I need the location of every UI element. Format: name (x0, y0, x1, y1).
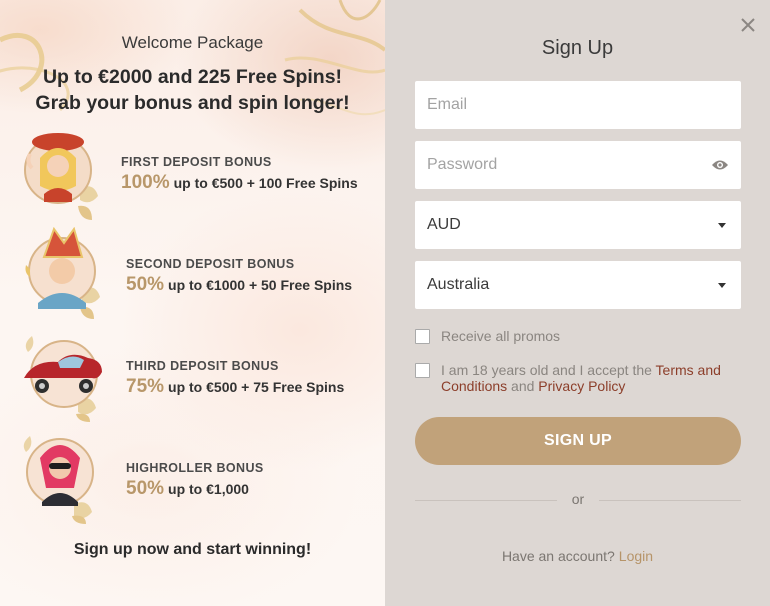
bonus-terms: up to €1,000 (168, 481, 249, 497)
promos-checkbox-row: Receive all promos (415, 328, 745, 344)
currency-select[interactable]: AUD (415, 201, 741, 249)
terms-checkbox-label: I am 18 years old and I accept the Terms… (441, 362, 745, 394)
have-account-row: Have an account? Login (385, 548, 770, 564)
bonus-item-second-deposit: SECOND DEPOSIT BONUS 50% up to €1000 + 50… (14, 227, 384, 323)
signup-cta-text: Sign up now and start winning! (73, 541, 312, 558)
or-label: or (571, 491, 585, 507)
currency-select-value: AUD (427, 216, 461, 233)
terms-checkbox[interactable] (415, 363, 430, 378)
form-title: Sign Up (541, 37, 614, 59)
privacy-policy-link[interactable]: Privacy Policy (538, 378, 625, 394)
terms-and-text: and (507, 378, 539, 394)
masked-woman-avatar-icon (23, 436, 94, 524)
email-field-container (415, 81, 741, 129)
terms-checkbox-row: I am 18 years old and I accept the Terms… (415, 362, 745, 394)
bonus-detail: 75% up to €500 + 75 Free Spins (126, 376, 344, 398)
password-input[interactable] (427, 156, 711, 174)
password-field-container (415, 141, 741, 189)
bonus-percent: 50% (126, 274, 165, 295)
email-input[interactable] (427, 96, 729, 114)
promo-panel: Welcome Package Up to €2000 and 225 Free… (0, 0, 385, 606)
country-select[interactable]: Australia (415, 261, 741, 309)
promos-checkbox-label: Receive all promos (441, 328, 561, 344)
chevron-down-icon (718, 282, 726, 288)
close-icon (741, 18, 755, 32)
bonus-percent: 50% (126, 478, 165, 499)
bonus-label: THIRD DEPOSIT BONUS (126, 359, 279, 373)
bonus-label: SECOND DEPOSIT BONUS (126, 257, 295, 271)
woman-hat-avatar-icon (24, 133, 98, 220)
terms-prefix-text: I am 18 years old and I accept the (441, 362, 656, 378)
bonus-item-third-deposit: THIRD DEPOSIT BONUS 75% up to €500 + 75 F… (14, 330, 384, 426)
promo-headline-line-1: Up to €2000 and 225 Free Spins! (42, 66, 343, 88)
bonus-item-first-deposit: FIRST DEPOSIT BONUS 100% up to €500 + 100… (14, 128, 384, 224)
bonus-percent: 100% (121, 172, 170, 193)
have-account-text: Have an account? (501, 548, 615, 564)
chevron-down-icon (718, 222, 726, 228)
eye-icon[interactable] (711, 159, 729, 171)
bonus-terms: up to €500 + 100 Free Spins (173, 175, 358, 191)
bonus-detail: 100% up to €500 + 100 Free Spins (121, 172, 358, 194)
bonus-label: HIGHROLLER BONUS (126, 461, 264, 475)
bonus-item-highroller: HIGHROLLER BONUS 50% up to €1,000 (14, 432, 384, 528)
bonus-label: FIRST DEPOSIT BONUS (121, 155, 272, 169)
welcome-package-label: Welcome Package (121, 33, 264, 52)
or-divider: or (415, 491, 741, 509)
promos-checkbox[interactable] (415, 329, 430, 344)
bonus-percent: 75% (126, 376, 165, 397)
red-car-icon (23, 336, 102, 422)
signup-button[interactable]: SIGN UP (415, 417, 741, 465)
login-link[interactable]: Login (619, 548, 653, 564)
promo-headline-line-2: Grab your bonus and spin longer! (35, 92, 350, 114)
signup-form-panel: Sign Up AUD Australia Receive all promos… (385, 0, 770, 606)
bishop-avatar-icon (25, 227, 100, 319)
close-button[interactable] (737, 14, 759, 36)
bonus-detail: 50% up to €1,000 (126, 478, 249, 500)
bonus-terms: up to €500 + 75 Free Spins (168, 379, 345, 395)
country-select-value: Australia (427, 276, 490, 293)
promo-headline: Up to €2000 and 225 Free Spins! Grab you… (0, 64, 385, 116)
bonus-detail: 50% up to €1000 + 50 Free Spins (126, 274, 352, 296)
bonus-terms: up to €1000 + 50 Free Spins (168, 277, 353, 293)
